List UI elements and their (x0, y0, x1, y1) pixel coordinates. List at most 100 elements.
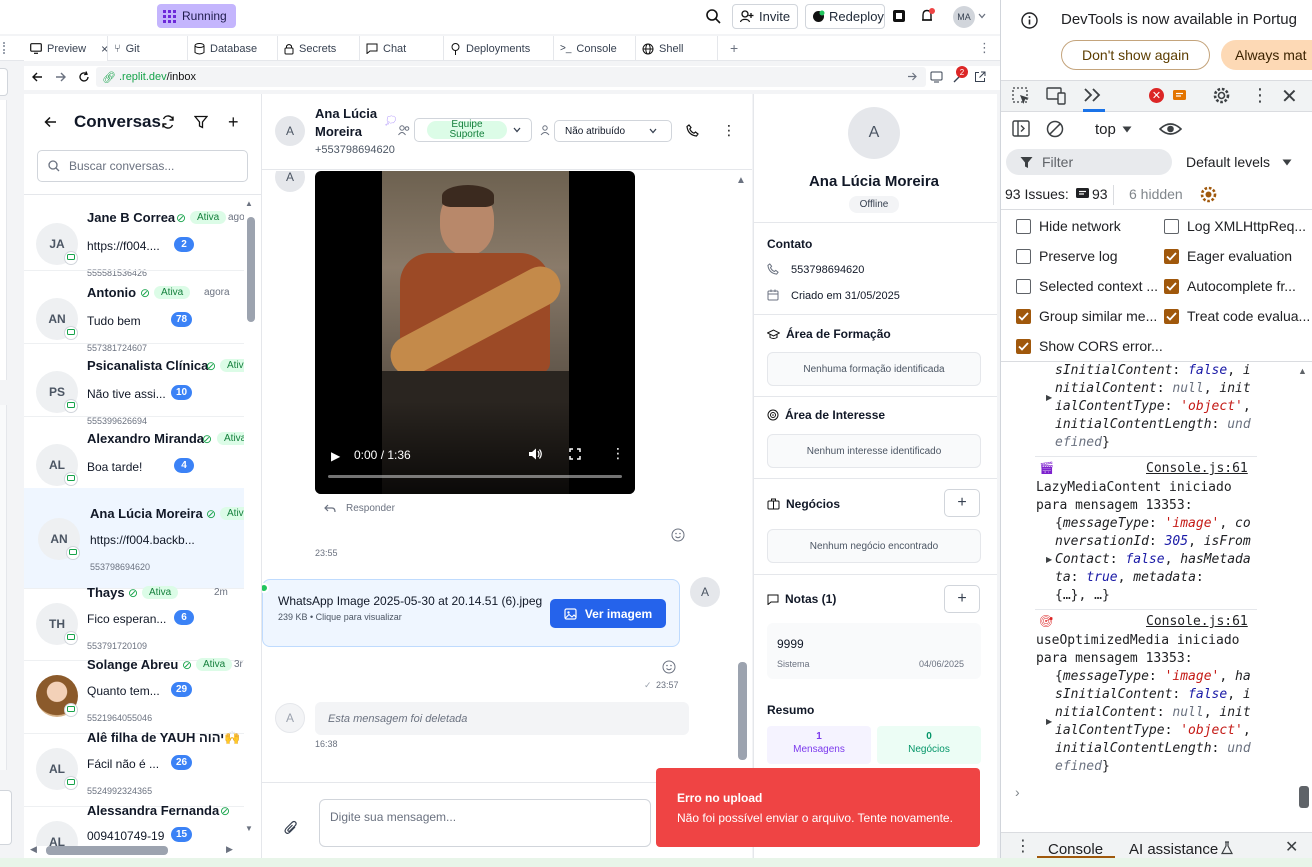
tab-shell[interactable]: Shell (636, 36, 718, 61)
tab-secrets[interactable]: Secrets (278, 36, 360, 61)
checkbox-checked[interactable] (1164, 248, 1179, 264)
more-icon[interactable]: ⋮ (978, 40, 991, 56)
chevron-down-icon[interactable] (978, 13, 986, 19)
checkbox-eager-evaluation[interactable]: Eager evaluation (1164, 248, 1292, 264)
fullscreen-icon[interactable] (569, 448, 581, 460)
clear-console-icon[interactable] (1046, 120, 1064, 138)
more-options-icon[interactable]: ⋮ (722, 122, 736, 139)
forward-arrow-icon[interactable] (55, 71, 67, 83)
drag-handle-icon[interactable] (3, 42, 5, 54)
settings-gear-icon[interactable] (1199, 185, 1218, 204)
vertical-scrollbar-thumb[interactable] (247, 217, 255, 322)
reply-icon[interactable] (324, 504, 336, 514)
vertical-scrollbar-thumb[interactable] (738, 662, 747, 760)
devices-icon[interactable] (930, 71, 943, 83)
close-devtools-icon[interactable]: ✕ (1281, 84, 1298, 109)
checkbox[interactable] (1164, 218, 1179, 234)
scroll-left-icon[interactable]: ◀ (30, 844, 37, 855)
add-business-button[interactable]: + (944, 489, 980, 517)
expand-arrow-icon[interactable]: ▶ (1046, 555, 1052, 564)
eye-icon[interactable] (1159, 121, 1182, 137)
source-link[interactable]: Console.js:61 (1146, 614, 1248, 629)
tab-git[interactable]: ⑂ Git (108, 36, 188, 61)
kebab-menu-icon[interactable]: ⋮ (1251, 85, 1269, 106)
conversation-item[interactable]: AL Alexandro Miranda ⊘ Ativa Boa tarde! … (24, 416, 244, 489)
emoji-icon[interactable] (662, 660, 676, 674)
split-view-icon[interactable] (892, 9, 906, 23)
emoji-icon[interactable] (671, 528, 685, 542)
conversation-item[interactable]: AN Antonio ⊘ Ativa agora Tudo bem 78 557… (24, 270, 244, 353)
device-toolbar-icon[interactable] (1046, 87, 1066, 105)
video-progress-track[interactable] (328, 475, 622, 478)
tab-database[interactable]: Database (188, 36, 278, 61)
search-icon[interactable] (706, 9, 721, 24)
play-icon[interactable]: ▶ (331, 449, 340, 463)
volume-icon[interactable] (528, 447, 543, 461)
conversation-item[interactable]: TH Thays ⊘ Ativa 2m Fico esperan... 6 55… (24, 585, 244, 661)
console-filter-input[interactable]: Filter (1006, 149, 1172, 175)
team-select[interactable]: Equipe Suporte (414, 118, 532, 142)
checkbox-hide-network[interactable]: Hide network (1016, 218, 1121, 234)
inspect-icon[interactable] (1012, 87, 1031, 106)
checkbox-log-xhr[interactable]: Log XMLHttpReq... (1164, 218, 1306, 234)
expand-arrow-icon[interactable]: ▶ (1046, 393, 1052, 402)
conversation-item[interactable]: Solange Abreu ⊘ Ativa 3r Quanto tem... 2… (24, 657, 244, 733)
dropdown-arrow-icon[interactable] (1122, 126, 1132, 133)
tab-console[interactable]: >_ Console (554, 36, 636, 61)
log-levels-dropdown[interactable]: Default levels (1186, 154, 1270, 170)
checkbox[interactable] (1016, 218, 1031, 234)
view-image-button[interactable]: Ver imagem (550, 599, 666, 628)
console-prompt-icon[interactable]: › (1015, 784, 1020, 800)
expand-arrow-icon[interactable]: ▶ (1046, 717, 1052, 726)
run-status-button[interactable]: Running (157, 4, 236, 28)
scroll-down-icon[interactable]: ▼ (245, 824, 253, 833)
scroll-up-icon[interactable]: ▲ (736, 175, 746, 186)
add-note-button[interactable]: + (944, 585, 980, 613)
context-selector[interactable]: top (1095, 121, 1116, 138)
conversation-item[interactable]: AL Alê filha de YAUH יהוה🙌 Fácil não é .… (24, 730, 244, 806)
checkbox-selected-context[interactable]: Selected context ... (1016, 278, 1158, 294)
add-tab-icon[interactable]: + (730, 40, 738, 56)
conversation-item-selected[interactable]: AN Ana Lúcia Moreira ⊘ Ativa https://f00… (24, 488, 244, 588)
reload-icon[interactable] (78, 71, 90, 83)
conversation-item[interactable]: JA Jane B Correa ⊘ Ativa agora https://f… (24, 196, 244, 278)
refresh-icon[interactable] (161, 115, 175, 129)
reply-label[interactable]: Responder (346, 503, 395, 514)
redeploy-button[interactable]: Redeploy (805, 4, 885, 29)
settings-gear-icon[interactable] (1212, 86, 1231, 105)
warnings-icon[interactable] (1172, 89, 1187, 103)
tab-deployments[interactable]: Deployments (444, 36, 554, 61)
left-gutter-tab[interactable] (0, 68, 8, 96)
dropdown-arrow-icon[interactable] (1282, 159, 1292, 166)
scroll-up-icon[interactable]: ▲ (1298, 366, 1307, 376)
conversation-item[interactable]: AL Alessandra Fernanda ⊘ 009410749-19 15 (24, 803, 244, 846)
always-match-button[interactable]: Always mat (1221, 40, 1312, 70)
checkbox-checked[interactable] (1016, 338, 1031, 354)
checkbox-treat-code-eval[interactable]: Treat code evalua... (1164, 308, 1310, 324)
conversation-item[interactable]: PS Psicanalista Clínica ⊘ Ativa Não tive… (24, 343, 244, 426)
url-field[interactable]: 🔗︎ .replit.dev /inbox (96, 67, 926, 87)
close-drawer-icon[interactable]: ✕ (1285, 837, 1298, 857)
checkbox-autocomplete[interactable]: Autocomplete fr... (1164, 278, 1296, 294)
drawer-tab-ai-assistance[interactable]: AI assistance (1129, 841, 1218, 858)
checkbox-group-similar[interactable]: Group similar me... (1016, 308, 1157, 324)
checkbox[interactable] (1016, 278, 1031, 294)
scroll-up-icon[interactable]: ▲ (245, 199, 253, 208)
attach-icon[interactable] (284, 820, 298, 836)
filter-icon[interactable] (194, 115, 208, 129)
phone-call-icon[interactable] (686, 124, 699, 137)
video-menu-icon[interactable]: ⋮ (611, 445, 625, 462)
issues-count[interactable]: 93 (1092, 186, 1108, 202)
horizontal-scrollbar-thumb[interactable] (46, 846, 168, 855)
invite-button[interactable]: Invite (732, 4, 798, 29)
checkbox-checked[interactable] (1164, 278, 1179, 294)
dont-show-again-button[interactable]: Don't show again (1061, 40, 1210, 70)
checkbox-checked[interactable] (1016, 308, 1031, 324)
checkbox-show-cors[interactable]: Show CORS error... (1016, 338, 1163, 354)
note-card[interactable]: 9999 Sistema 04/06/2025 (767, 623, 981, 679)
more-tabs-icon[interactable] (1083, 86, 1103, 104)
scroll-right-icon[interactable]: ▶ (226, 844, 233, 855)
left-gutter-button[interactable] (0, 790, 12, 845)
sidebar-toggle-icon[interactable] (1012, 120, 1030, 137)
assignee-select[interactable]: Não atribuído (554, 120, 672, 142)
